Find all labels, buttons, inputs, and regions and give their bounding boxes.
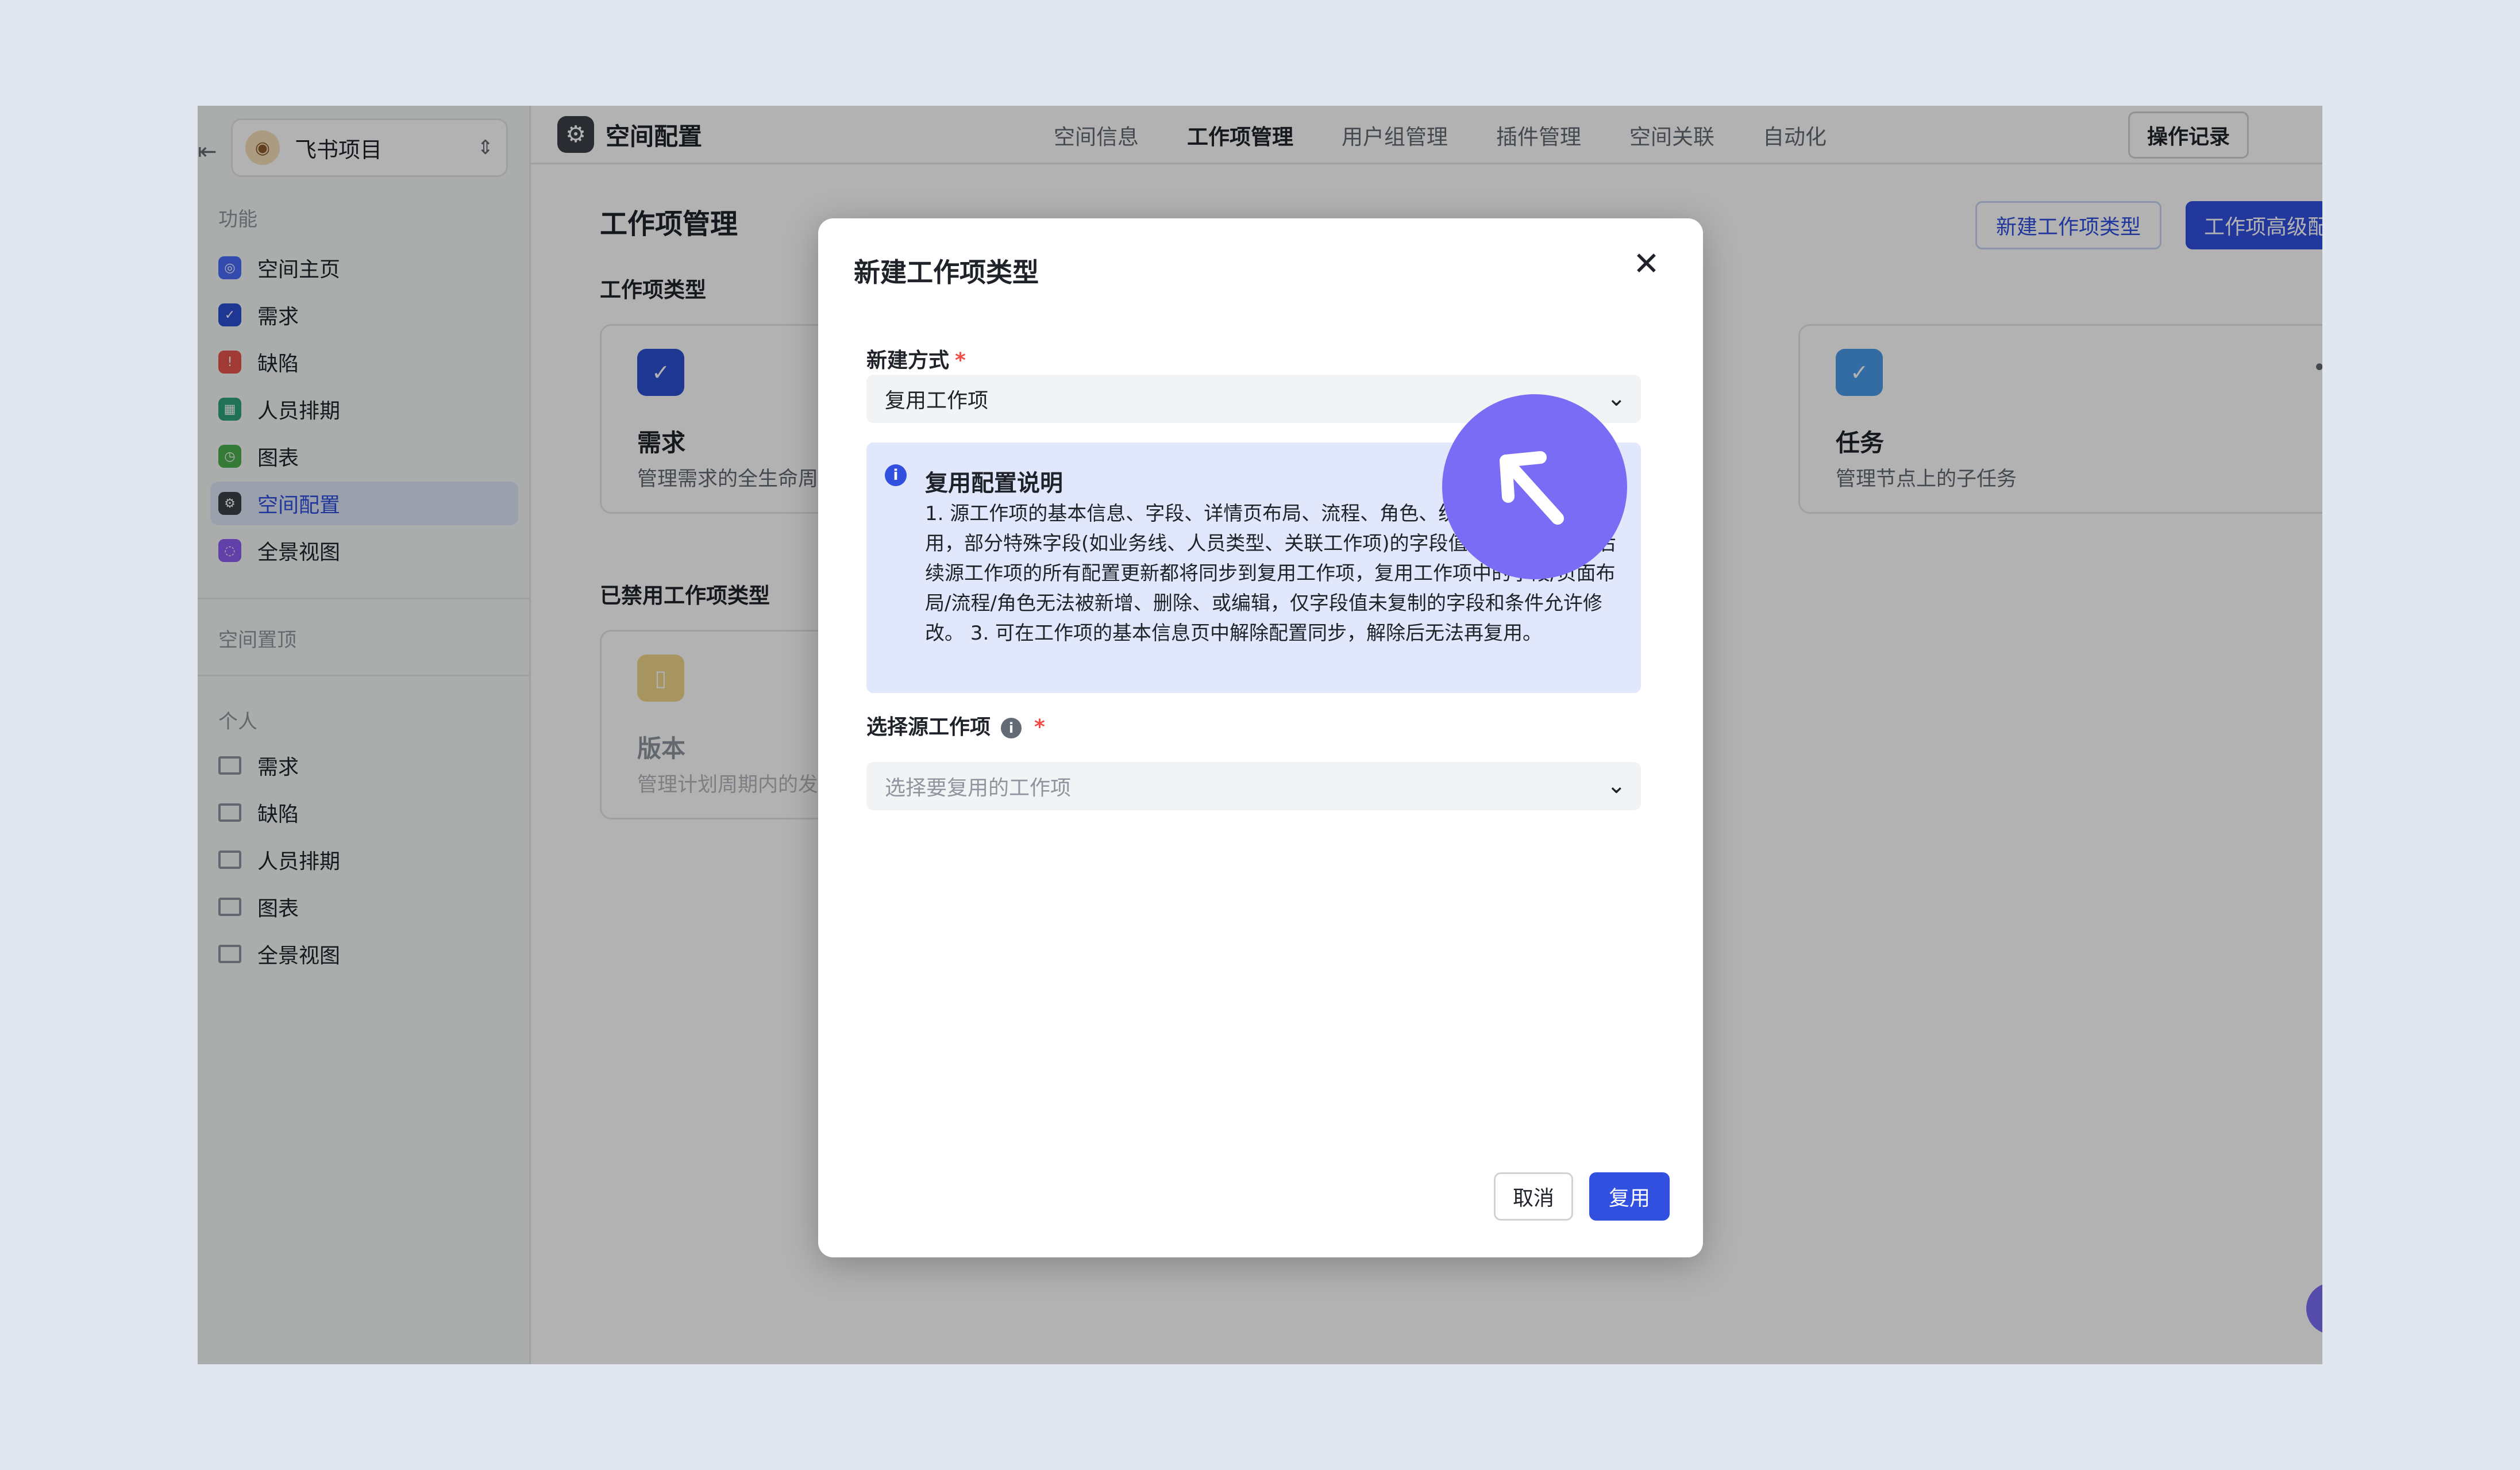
- cursor-indicator: [1442, 394, 1627, 579]
- new-item-type-dialog: 新建工作项类型 ✕ 新建方式 * 复用工作项 ⌄ i 复用配置说明 1. 源工作项…: [818, 218, 1703, 1257]
- cancel-button[interactable]: 取消: [1494, 1172, 1573, 1221]
- source-field-label: 选择源工作项 i *: [866, 710, 1045, 740]
- required-mark: *: [955, 349, 966, 372]
- chevron-down-icon: ⌄: [1606, 385, 1626, 411]
- source-select-placeholder: 选择要复用的工作项: [885, 776, 1072, 800]
- source-item-select[interactable]: 选择要复用的工作项 ⌄: [866, 762, 1641, 810]
- reuse-button[interactable]: 复用: [1589, 1172, 1670, 1221]
- close-icon[interactable]: ✕: [1633, 248, 1660, 280]
- method-label-text: 新建方式: [866, 349, 950, 372]
- help-info-icon[interactable]: i: [1001, 718, 1022, 738]
- required-mark: *: [1034, 715, 1045, 739]
- source-label-text: 选择源工作项: [866, 715, 991, 739]
- info-icon: i: [885, 464, 907, 486]
- dialog-title: 新建工作项类型: [854, 257, 1039, 288]
- info-title: 复用配置说明: [925, 470, 1063, 497]
- method-field-label: 新建方式 *: [866, 344, 966, 374]
- arrow-cursor-icon: [1500, 451, 1564, 525]
- method-select-value: 复用工作项: [885, 389, 989, 413]
- chevron-down-icon: ⌄: [1606, 772, 1626, 799]
